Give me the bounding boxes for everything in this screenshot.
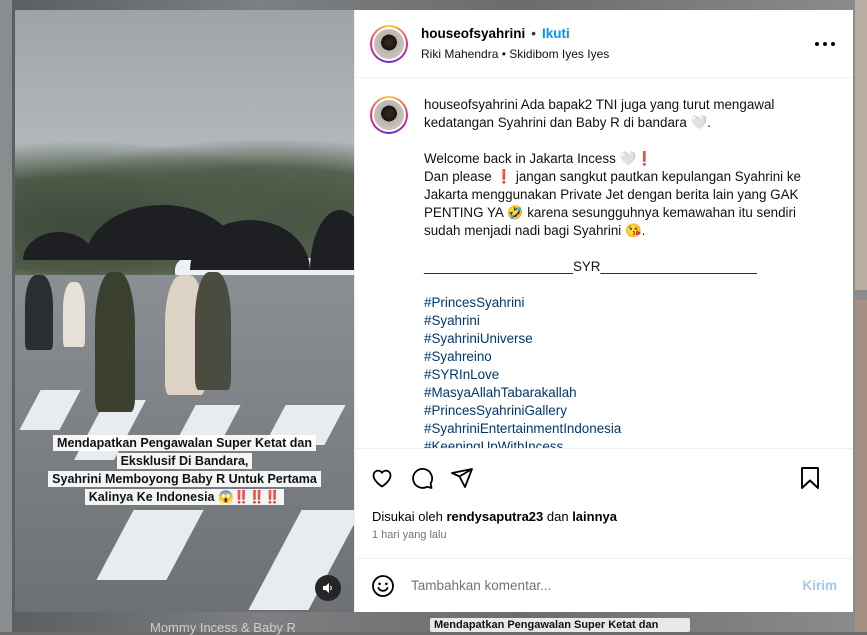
video-person [25,275,53,350]
liker-username[interactable]: rendysaputra23 [446,509,543,524]
video-person [195,272,231,390]
overlay-line: Syahrini Memboyong Baby R Untuk Pertama [48,471,321,487]
separator-dot: • [531,26,536,41]
more-icon [823,42,827,46]
heart-icon [370,466,394,490]
emoji-icon [371,574,395,598]
author-username[interactable]: houseofsyahrini [421,26,525,41]
more-icon [815,42,819,46]
emoji-button[interactable] [371,574,395,598]
post-side-panel: houseofsyahrini • Ikuti Riki Mahendra • … [354,10,853,612]
caption-text: houseofsyahrini Ada bapak2 TNI juga yang… [424,96,824,448]
overlay-line: Mendapatkan Pengawalan Super Ketat dan [53,435,316,451]
hashtag-link[interactable]: #SyahriniEntertainmentIndonesia [424,420,824,438]
caption-paragraph: Dan please ❗ jangan sangkut pautkan kepu… [424,168,824,240]
likes-summary: Disukai oleh rendysaputra23 dan lainnya [355,506,853,528]
comment-button[interactable] [409,465,435,491]
post-video[interactable]: Mendapatkan Pengawalan Super Ketat dan E… [15,10,354,612]
overlay-line: Kalinya Ke Indonesia 😱‼️‼️‼️ [85,489,284,505]
follow-button[interactable]: Ikuti [542,26,570,41]
speaker-icon [322,582,334,594]
post-actions [355,448,853,506]
caption-scroll-area[interactable]: houseofsyahrini Ada bapak2 TNI juga yang… [355,78,853,448]
hashtag-link[interactable]: #MasyaAllahTabarakallah [424,384,824,402]
bookmark-icon [799,466,821,490]
overlay-line: Eksklusif Di Bandara, [117,453,253,469]
background-post-caption: Mendapatkan Pengawalan Super Ketat dan [430,618,690,632]
comment-input[interactable]: Tambahkan komentar... [411,578,802,593]
comment-bar: Tambahkan komentar... Kirim [355,558,853,612]
comment-icon [410,466,434,490]
likes-middle: dan [543,509,572,524]
video-person [63,282,85,347]
background-tile [855,300,867,632]
more-icon [831,42,835,46]
hashtag-link[interactable]: #PrincesSyahrini [424,294,824,312]
share-icon [450,466,474,490]
avatar[interactable] [370,25,408,63]
caption-paragraph: Welcome back in Jakarta Incess 🤍❗ [424,150,824,168]
caption-username[interactable]: houseofsyahrini [424,97,518,112]
post-comment-button[interactable]: Kirim [802,578,837,593]
post-header: houseofsyahrini • Ikuti Riki Mahendra • … [355,10,853,78]
hashtag-link[interactable]: #SyahriniUniverse [424,330,824,348]
hashtag-link[interactable]: #Syahrini [424,312,824,330]
background-post-caption: Mommy Incess & Baby R [150,620,296,635]
like-button[interactable] [369,465,395,491]
video-person [95,272,135,412]
likes-others-link[interactable]: lainnya [572,509,617,524]
share-button[interactable] [449,465,475,491]
hashtag-link[interactable]: #PrincesSyahriniGallery [424,402,824,420]
post-timestamp[interactable]: 1 hari yang lalu [355,528,853,558]
likes-prefix: Disukai oleh [372,509,446,524]
hashtag-link[interactable]: #SYRInLove [424,366,824,384]
caption-divider: ____________________SYR_________________… [424,258,824,276]
background-tile [0,0,12,632]
hashtag-link[interactable]: #Syahreino [424,348,824,366]
caption-avatar[interactable] [370,96,408,134]
post-modal: Mendapatkan Pengawalan Super Ketat dan E… [15,10,853,612]
more-options-button[interactable] [815,34,835,54]
save-button[interactable] [797,465,823,491]
mute-button[interactable] [315,575,341,601]
background-tile [855,0,867,290]
audio-info[interactable]: Riki Mahendra • Skidibom Iyes Iyes [421,47,609,61]
video-text-overlay: Mendapatkan Pengawalan Super Ketat dan E… [15,434,354,506]
hashtag-link[interactable]: #KeepingUpWithIncess [424,438,824,448]
